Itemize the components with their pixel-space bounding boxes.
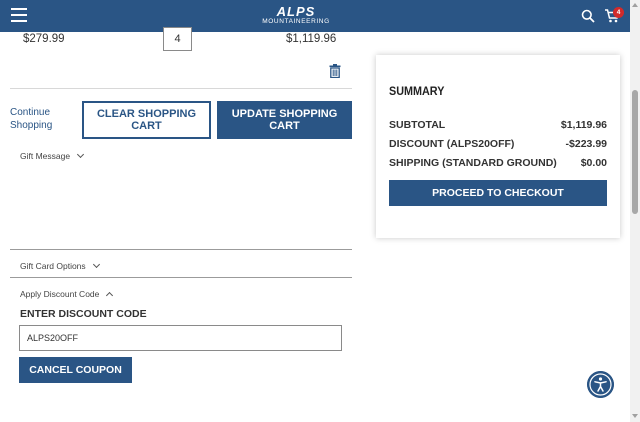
item-subtotal: $1,119.96 [286, 33, 337, 45]
gift-card-options-toggle[interactable]: Gift Card Options [20, 260, 100, 271]
trash-icon[interactable] [329, 64, 341, 78]
order-summary-panel: SUMMARY SUBTOTAL $1,119.96 DISCOUNT (ALP… [376, 55, 620, 238]
hamburger-menu-icon[interactable] [11, 8, 27, 22]
scroll-up-arrow-icon[interactable] [632, 3, 638, 7]
gift-card-options-label: Gift Card Options [20, 261, 86, 271]
chevron-down-icon [92, 260, 100, 269]
update-shopping-cart-button[interactable]: UPDATE SHOPPING CART [217, 101, 352, 139]
item-price: $279.99 [23, 33, 65, 45]
proceed-to-checkout-button[interactable]: PROCEED TO CHECKOUT [389, 180, 607, 206]
clear-shopping-cart-button[interactable]: CLEAR SHOPPING CART [82, 101, 211, 139]
summary-label: SUBTOTAL [389, 119, 446, 131]
summary-label: SHIPPING (STANDARD GROUND) [389, 157, 557, 169]
gift-message-toggle[interactable]: Gift Message [20, 150, 85, 161]
summary-row-shipping: SHIPPING (STANDARD GROUND) $0.00 [389, 157, 607, 169]
discount-code-label: ENTER DISCOUNT CODE [20, 308, 147, 320]
summary-value: $0.00 [580, 157, 607, 169]
summary-value: $1,119.96 [560, 119, 607, 131]
continue-shopping-link[interactable]: Continue Shopping [10, 106, 70, 132]
alps-logo[interactable]: ALPS MOUNTAINEERING [256, 4, 336, 28]
gift-message-label: Gift Message [20, 151, 71, 161]
apply-discount-label: Apply Discount Code [20, 289, 100, 299]
summary-row-discount: DISCOUNT (ALPS20OFF) -$223.99 [389, 138, 607, 150]
summary-title: SUMMARY [389, 84, 445, 98]
summary-row-subtotal: SUBTOTAL $1,119.96 [389, 119, 607, 131]
divider [10, 249, 352, 250]
divider [10, 88, 352, 89]
chevron-down-icon [77, 150, 85, 159]
cancel-coupon-button[interactable]: CANCEL COUPON [19, 357, 132, 383]
chevron-up-icon [106, 291, 114, 299]
site-header: ALPS MOUNTAINEERING 4 [0, 0, 630, 32]
quantity-input[interactable]: 4 [163, 27, 192, 51]
cart-count-badge: 4 [613, 7, 624, 18]
summary-label: DISCOUNT (ALPS20OFF) [389, 138, 515, 150]
divider [10, 277, 352, 278]
search-icon[interactable] [581, 9, 595, 23]
apply-discount-toggle[interactable]: Apply Discount Code [20, 289, 114, 299]
logo-main-text: ALPS [276, 4, 316, 19]
scrollbar-thumb[interactable] [632, 90, 638, 214]
scroll-down-arrow-icon[interactable] [632, 414, 638, 418]
summary-value: -$223.99 [565, 138, 607, 150]
logo-sub-text: MOUNTAINEERING [262, 18, 330, 25]
discount-code-input[interactable] [19, 325, 342, 351]
accessibility-icon[interactable] [587, 371, 614, 398]
